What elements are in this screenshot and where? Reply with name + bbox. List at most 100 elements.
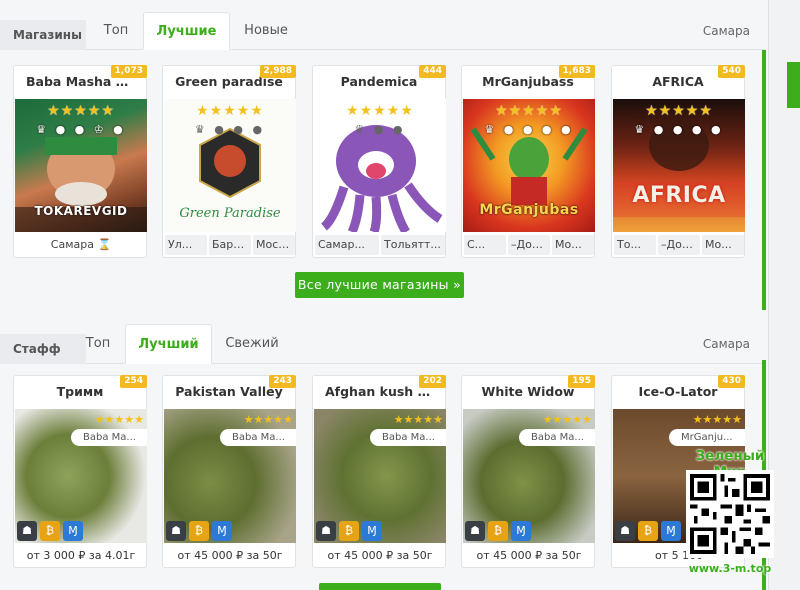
review-count-badge: 444 (419, 65, 446, 78)
rating-stars: ★★★★★ (542, 413, 592, 426)
city-tag[interactable]: Москв... (253, 235, 295, 255)
qr-code-graphic (690, 474, 770, 554)
shops-section: Магазины Топ Лучшие Новые Самара Baba Ma… (0, 0, 766, 310)
product-price: от 3 000 ₽ за 4.01г (26, 549, 136, 562)
shop-name-pill[interactable]: Baba Ma... (370, 429, 446, 446)
shop-city-tags: Ул... Барн... Москв... (165, 235, 295, 255)
shops-city-selector[interactable]: Самара (703, 12, 750, 50)
monero-icon: Ɱ (511, 521, 531, 541)
product-image[interactable]: ★★★★★ Baba Ma... ☗ ₿ Ɱ (15, 409, 147, 543)
product-image[interactable]: ★★★★★ Baba Ma... ☗ ₿ Ɱ (463, 409, 595, 543)
monero-icon: Ɱ (212, 521, 232, 541)
rating-stars: ★★★★★ (692, 413, 742, 426)
all-best-staff-button[interactable] (319, 583, 441, 590)
monero-icon: Ɱ (362, 521, 382, 541)
shop-card[interactable]: Green paradise 2,988 Green Paradise ★★★★… (162, 65, 296, 258)
shop-image-caption: MrGanjubas (479, 202, 579, 218)
svg-text:Green Paradise: Green Paradise (179, 206, 281, 221)
shop-feature-icons: ♛ ● ● ● (194, 123, 266, 136)
product-card[interactable]: White Widow 195 ★★★★★ Baba Ma... ☗ ₿ Ɱ о… (461, 375, 595, 568)
shops-tab-best[interactable]: Лучшие (143, 12, 230, 50)
shops-tab-new[interactable]: Новые (236, 12, 296, 50)
shop-card[interactable]: Baba Masha T... 1,073 ★★★★★ ♛ ● ● ♔ ● TO… (13, 65, 147, 258)
monero-icon: Ɱ (63, 521, 83, 541)
staff-tab-fresh[interactable]: Свежий (218, 324, 286, 364)
shop-name-pill[interactable]: Baba Ma... (71, 429, 147, 446)
city-tag[interactable]: Тольятт... (381, 235, 445, 255)
product-price: от 45 000 ₽ за 50г (177, 549, 283, 562)
shop-feature-icons: ♛ ● ● ● ● (634, 123, 724, 136)
courier-icon: ☗ (316, 521, 336, 541)
city-tag[interactable]: Барн... (209, 235, 251, 255)
product-feature-icons: ☗ ₿ Ɱ (316, 521, 382, 541)
product-price: от 45 000 ₽ за 50г (476, 549, 582, 562)
city-tag[interactable]: Мо... (702, 235, 744, 255)
bitcoin-icon: ₿ (488, 521, 508, 541)
review-count-badge: 430 (718, 375, 745, 388)
review-count-badge: 1,073 (110, 65, 147, 78)
product-card[interactable]: Afghan kush r... 202 ★★★★★ Baba Ma... ☗ … (312, 375, 446, 568)
city-tag[interactable]: –Достав... (508, 235, 550, 255)
staff-tab-best[interactable]: Лучший (125, 324, 212, 364)
staff-tab-top[interactable]: Топ (72, 324, 124, 364)
shop-feature-icons: ♛ ● ● ● ● (484, 123, 574, 136)
bitcoin-icon: ₿ (339, 521, 359, 541)
shop-city-tags: Самара ⌛ (16, 235, 146, 255)
staff-city-selector[interactable]: Самара (703, 324, 750, 364)
shops-tab-top[interactable]: Топ (90, 12, 142, 50)
rating-stars: ★★★★★ (196, 103, 264, 119)
product-card[interactable]: Тримм 254 ★★★★★ Baba Ma... ☗ ₿ Ɱ от 3 00… (13, 375, 147, 568)
shop-name-pill[interactable]: Baba Ma... (519, 429, 595, 446)
rating-stars: ★★★★★ (346, 103, 414, 119)
product-card[interactable]: Pakistan Valley 243 ★★★★★ Baba Ma... ☗ ₿… (162, 375, 296, 568)
shop-card[interactable]: MrGanjubass 1,683 ★★★★★ ♛ ● ● ● ● MrGanj… (461, 65, 595, 258)
city-tag[interactable]: Самар... (315, 235, 379, 255)
qr-code (686, 470, 774, 558)
rating-stars: ★★★★★ (243, 413, 293, 426)
city-tag[interactable]: С... (464, 235, 506, 255)
bitcoin-icon: ₿ (638, 521, 658, 541)
shop-card-image[interactable]: ★★★★★ ♛ ● ● ● ● AFRICA (613, 99, 745, 232)
city-tag[interactable]: –Доста... (658, 235, 700, 255)
shop-card-image[interactable]: ★★★★★ ♛ ● ● ♔ ● TOKAREVGID (15, 99, 147, 232)
shop-card[interactable]: AFRICA 540 ★★★★★ ♛ ● ● ● ● AFRICA То... … (611, 65, 745, 258)
shop-card-image[interactable]: Green Paradise ★★★★★ ♛ ● ● ● (164, 99, 296, 232)
product-price: от 45 000 ₽ за 50г (327, 549, 433, 562)
courier-icon: ☗ (465, 521, 485, 541)
review-count-badge: 2,988 (259, 65, 296, 78)
bitcoin-icon: ₿ (189, 521, 209, 541)
rating-stars: ★★★★★ (495, 103, 563, 119)
rating-stars: ★★★★★ (47, 103, 115, 119)
city-tag[interactable]: Мо... (552, 235, 594, 255)
review-count-badge: 1,683 (558, 65, 595, 78)
shop-name-pill[interactable]: MrGanju... (669, 429, 745, 446)
review-count-badge: 540 (718, 65, 745, 78)
product-image[interactable]: ★★★★★ Baba Ma... ☗ ₿ Ɱ (314, 409, 446, 543)
shop-image-caption: AFRICA (632, 183, 726, 208)
shops-section-label: Магазины (0, 20, 86, 50)
courier-icon: ☗ (17, 521, 37, 541)
staff-tab-bar: Стафф Топ Лучший Свежий Самара (0, 324, 766, 364)
city-tag[interactable]: Самара ⌛ (48, 235, 114, 255)
rating-stars: ★★★★★ (94, 413, 144, 426)
courier-icon: ☗ (615, 521, 635, 541)
shop-card[interactable]: Pandemica 444 ★★★★★ ♛ ● ● Самар... Толья… (312, 65, 446, 258)
shop-feature-icons: ♛ ● ● (354, 123, 406, 136)
staff-section: Стафф Топ Лучший Свежий Самара Тримм 254… (0, 318, 766, 590)
product-image[interactable]: ★★★★★ Baba Ma... ☗ ₿ Ɱ (164, 409, 296, 543)
city-tag[interactable]: Ул... (165, 235, 207, 255)
shop-city-tags: Самар... Тольятт... (315, 235, 445, 255)
monero-icon: Ɱ (661, 521, 681, 541)
shop-image-caption: TOKAREVGID (34, 204, 128, 218)
city-tag[interactable]: То... (614, 235, 656, 255)
all-best-shops-button[interactable]: Все лучшие магазины » (295, 272, 464, 298)
shop-card-image[interactable]: ★★★★★ ♛ ● ● ● ● MrGanjubas (463, 99, 595, 232)
review-count-badge: 243 (269, 375, 296, 388)
side-panel-accent[interactable] (787, 62, 800, 108)
shops-accent-bar (762, 50, 766, 310)
shops-tab-bar: Магазины Топ Лучшие Новые Самара (0, 12, 766, 50)
review-count-badge: 202 (419, 375, 446, 388)
shop-feature-icons: ♛ ● ● ♔ ● (36, 123, 126, 136)
shop-card-image[interactable]: ★★★★★ ♛ ● ● (314, 99, 446, 232)
shop-name-pill[interactable]: Baba Ma... (220, 429, 296, 446)
